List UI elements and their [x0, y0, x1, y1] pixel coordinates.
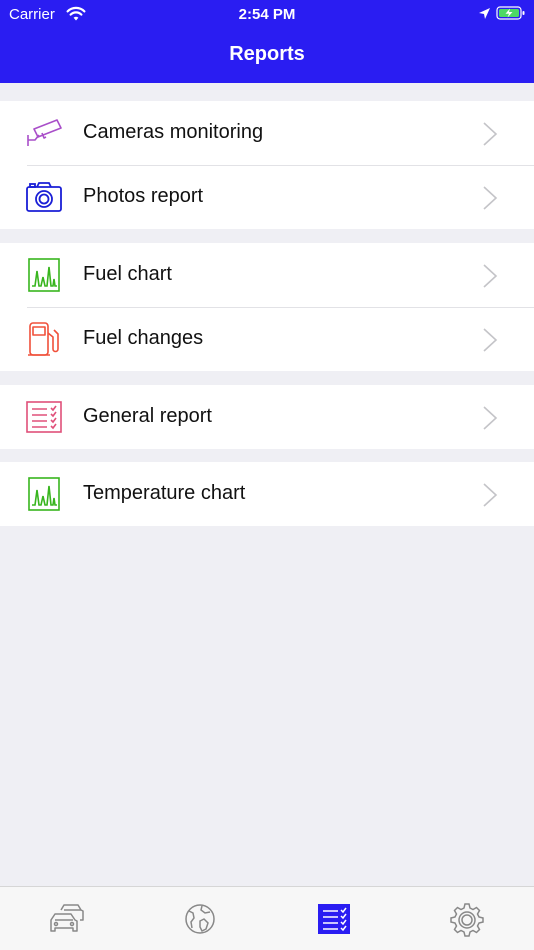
list-item-label: Temperature chart	[83, 482, 246, 504]
chevron-right-icon	[483, 186, 498, 210]
battery-charging-icon	[496, 6, 525, 20]
tab-bar	[0, 886, 534, 950]
list-item-fuel-chart[interactable]: Fuel chart	[0, 243, 534, 307]
reports-group-fuel: Fuel chart Fuel changes	[0, 243, 534, 371]
security-camera-icon	[27, 119, 62, 146]
globe-map-icon[interactable]	[180, 901, 220, 937]
vehicles-icon[interactable]	[47, 901, 87, 937]
list-item-label: Fuel chart	[83, 263, 172, 285]
reports-group-media: Cameras monitoring Photos report	[0, 101, 534, 229]
reports-icon[interactable]	[314, 901, 354, 937]
list-item-general-report[interactable]: General report	[0, 385, 534, 449]
reports-group-temperature: Temperature chart	[0, 462, 534, 526]
navigation-bar: Carrier 2:54 PM Reports	[0, 0, 534, 83]
chevron-right-icon	[483, 406, 498, 430]
chevron-right-icon	[483, 264, 498, 288]
status-bar: Carrier 2:54 PM	[0, 0, 534, 28]
list-item-temperature-chart[interactable]: Temperature chart	[0, 462, 534, 526]
report-list-icon	[26, 401, 62, 433]
chart-icon	[28, 258, 60, 292]
reports-group-general: General report	[0, 385, 534, 449]
list-item-label: Fuel changes	[83, 327, 204, 349]
list-item-label: Photos report	[83, 185, 204, 207]
chevron-right-icon	[483, 483, 498, 507]
list-item-fuel-changes[interactable]: Fuel changes	[0, 307, 534, 371]
fuel-pump-icon	[28, 322, 59, 356]
camera-icon	[26, 182, 62, 212]
list-item-cameras-monitoring[interactable]: Cameras monitoring	[0, 101, 534, 165]
list-item-label: General report	[83, 405, 212, 427]
location-arrow-icon	[479, 8, 490, 19]
chevron-right-icon	[483, 122, 498, 146]
chevron-right-icon	[483, 328, 498, 352]
settings-gear-icon[interactable]	[447, 901, 487, 937]
chart-icon	[28, 477, 60, 511]
page-title: Reports	[229, 43, 305, 65]
list-item-photos-report[interactable]: Photos report	[0, 165, 534, 229]
clock-label: 2:54 PM	[238, 6, 296, 23]
list-item-label: Cameras monitoring	[83, 121, 264, 143]
